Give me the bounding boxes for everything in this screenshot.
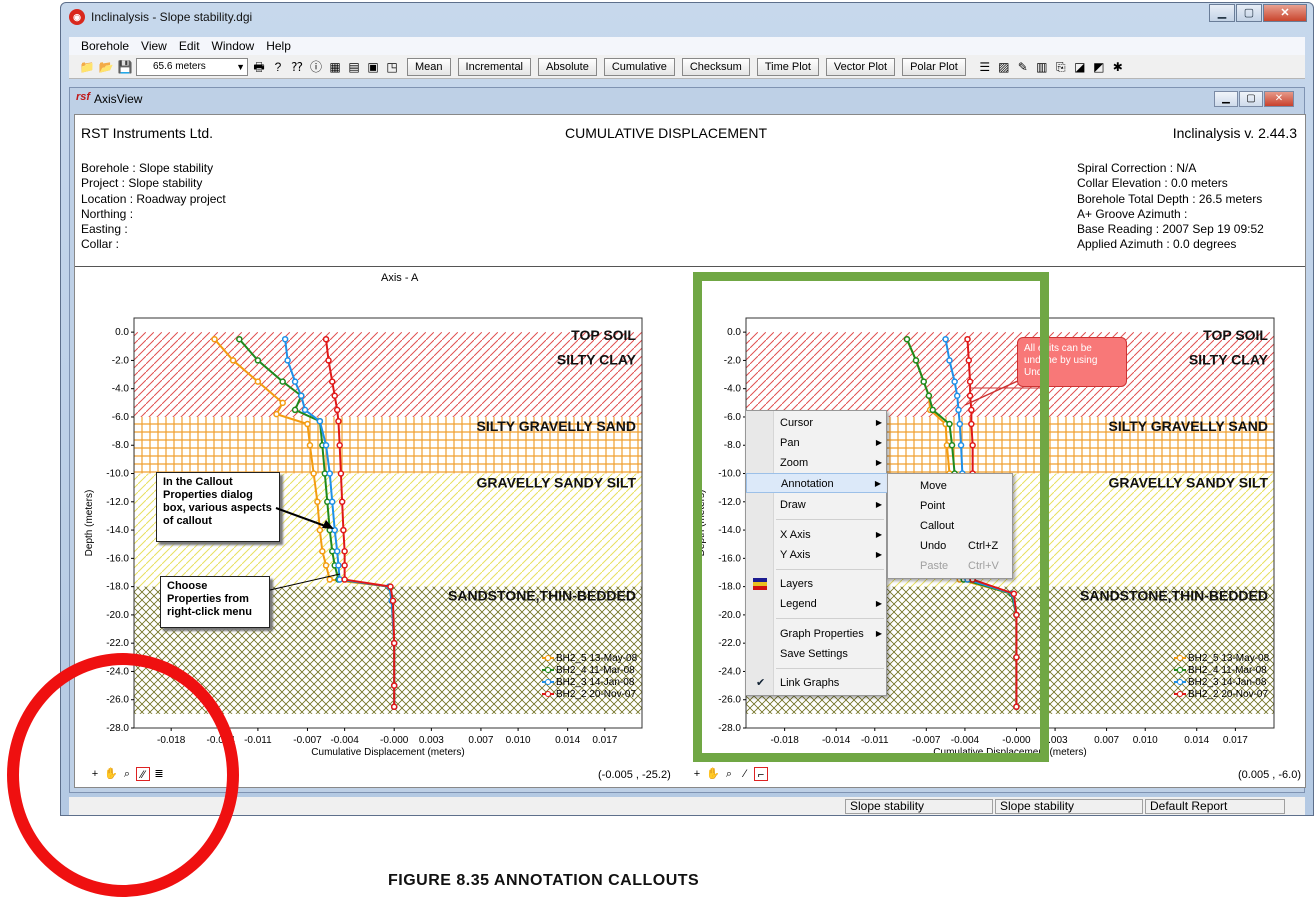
menu-item-pan[interactable]: Pan ▶ bbox=[746, 433, 888, 453]
submenu-point[interactable]: Point bbox=[888, 496, 1012, 516]
checkmark-icon: ✔ bbox=[756, 677, 766, 689]
submenu-undo[interactable]: Undo Ctrl+Z bbox=[888, 536, 1012, 556]
menu-item-annotation[interactable]: Annotation ▶ bbox=[746, 473, 888, 493]
menu-item-layers[interactable]: Layers bbox=[746, 574, 888, 594]
menu-item-graph-properties[interactable]: Graph Properties ▶ bbox=[746, 624, 888, 644]
submenu-callout[interactable]: Callout bbox=[888, 516, 1012, 536]
submenu-paste: Paste Ctrl+V bbox=[920, 560, 999, 572]
context-menu: Cursor ▶ Pan ▶ Zoom ▶ Annotation ▶ Draw ▶ X A… bbox=[745, 410, 888, 696]
menu-item-legend[interactable]: Legend ▶ bbox=[746, 594, 888, 614]
menu-item-save-settings[interactable]: Save Settings bbox=[746, 644, 888, 664]
highlight-circle bbox=[7, 653, 239, 897]
annotation-submenu: Move Point Callout Undo Ctrl+Z Paste Ctrl+… bbox=[887, 473, 1013, 579]
menu-item-cursor[interactable]: Cursor ▶ bbox=[746, 413, 888, 433]
menu-item-link-graphs[interactable]: ✔ Link Graphs bbox=[746, 673, 888, 693]
menu-item-x-axis[interactable]: X Axis ▶ bbox=[746, 525, 888, 545]
layers-icon bbox=[753, 578, 767, 590]
figure-caption: FIGURE 8.35 ANNOTATION CALLOUTS bbox=[388, 872, 700, 889]
menu-item-y-axis[interactable]: Y Axis ▶ bbox=[746, 545, 888, 565]
menu-item-zoom[interactable]: Zoom ▶ bbox=[746, 453, 888, 473]
menu-item-draw[interactable]: Draw ▶ bbox=[746, 495, 888, 515]
submenu-move[interactable]: Move bbox=[888, 476, 1012, 496]
